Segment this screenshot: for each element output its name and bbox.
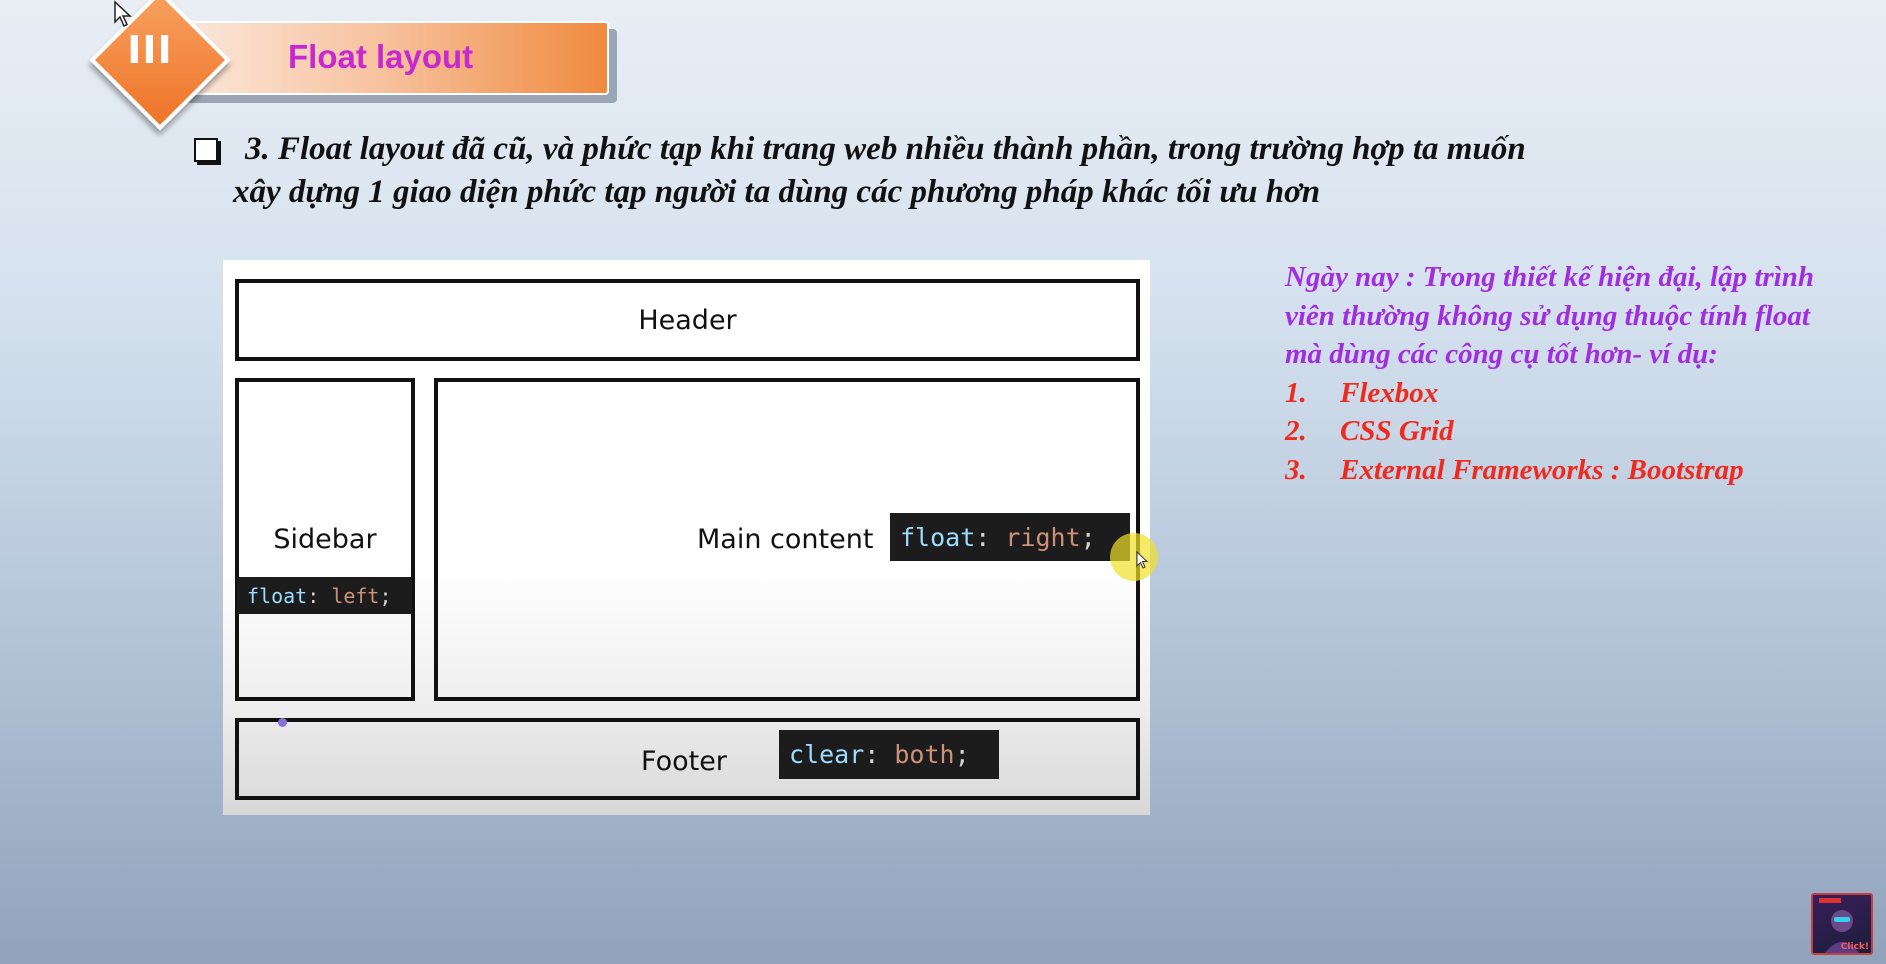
- list-item: 2. CSS Grid: [1285, 412, 1845, 451]
- list-item: 1. Flexbox: [1285, 374, 1845, 413]
- code-colon: :: [307, 583, 332, 608]
- slide-title: Float layout: [288, 38, 474, 75]
- list-item-text: External Frameworks : Bootstrap: [1340, 453, 1744, 486]
- intro-line-2: xây dựng 1 giao diện phức tạp người ta d…: [233, 174, 1321, 210]
- code-colon: :: [975, 522, 1006, 552]
- section-number: III: [127, 28, 173, 72]
- list-item-number: 3.: [1285, 453, 1307, 486]
- note-paragraph: Ngày nay : Trong thiết kế hiện đại, lập …: [1285, 261, 1815, 370]
- float-layout-diagram: Header Sidebar Main content Footer float…: [223, 260, 1150, 815]
- code-float-left: float: left;: [237, 577, 412, 614]
- pointer-highlight: [1110, 533, 1158, 581]
- code-value: both: [894, 740, 955, 769]
- intro-line-1: 3. Float layout đã cũ, và phức tạp khi t…: [245, 131, 1526, 167]
- diagram-footer-label: Footer: [641, 746, 727, 777]
- tools-list: 1. Flexbox 2. CSS Grid 3. External Framewor…: [1285, 374, 1845, 490]
- diagram-sidebar-box: Sidebar: [235, 378, 415, 701]
- purple-marker-dot: [278, 718, 287, 727]
- pointer-cursor-icon: [1136, 551, 1149, 569]
- code-prop: float: [900, 522, 976, 552]
- code-colon: :: [864, 740, 895, 769]
- list-item-text: Flexbox: [1340, 376, 1439, 409]
- click-label: Click!: [1840, 942, 1869, 952]
- mouse-cursor-icon: [114, 0, 132, 28]
- side-note: Ngày nay : Trong thiết kế hiện đại, lập …: [1285, 258, 1845, 489]
- channel-avatar-thumbnail[interactable]: Click!: [1811, 893, 1873, 955]
- list-item-number: 1.: [1285, 376, 1307, 409]
- code-float-right: float: right;: [890, 513, 1130, 561]
- list-item-text: CSS Grid: [1340, 415, 1454, 447]
- code-semicolon: ;: [379, 583, 392, 608]
- checkbox-bullet-icon: [194, 138, 218, 162]
- code-semicolon: ;: [1080, 522, 1096, 552]
- list-item-number: 2.: [1285, 415, 1307, 447]
- intro-text: 3. Float layout đã cũ, và phức tạp khi t…: [233, 128, 1673, 214]
- code-clear-both: clear: both;: [779, 730, 999, 779]
- diagram-header-label: Header: [638, 304, 737, 336]
- code-value: right: [1005, 522, 1081, 552]
- list-item: 3. External Frameworks : Bootstrap: [1285, 451, 1845, 490]
- diagram-header-box: Header: [235, 279, 1140, 361]
- code-semicolon: ;: [954, 740, 970, 769]
- diagram-footer-box: Footer: [235, 718, 1140, 800]
- code-value: left: [331, 583, 380, 608]
- diagram-main-label: Main content: [697, 524, 874, 555]
- diagram-sidebar-label: Sidebar: [273, 524, 377, 555]
- code-prop: clear: [789, 740, 865, 769]
- code-prop: float: [247, 583, 308, 608]
